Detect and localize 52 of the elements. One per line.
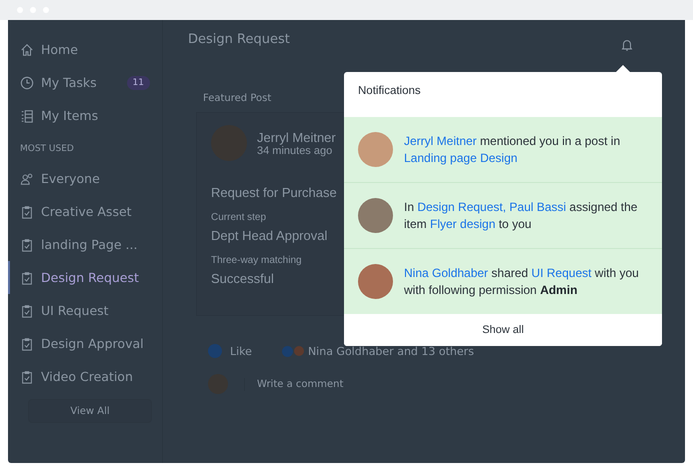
link[interactable]: Nina Goldhaber — [404, 266, 488, 280]
bell-icon[interactable] — [620, 38, 634, 52]
sidebar-item[interactable]: landing Page ... — [8, 228, 162, 261]
like-button[interactable]: Like — [208, 344, 252, 358]
sidebar-item[interactable]: My Tasks 11 — [8, 66, 162, 99]
avatar — [358, 198, 393, 233]
avatar — [358, 264, 393, 299]
section-heading: Featured Post — [203, 93, 272, 104]
sidebar-item[interactable]: UI Request — [8, 294, 162, 327]
clipboard-icon — [20, 204, 34, 218]
people-icon — [20, 172, 34, 186]
post-time: 34 minutes ago — [257, 144, 334, 156]
clipboard-icon — [20, 336, 34, 350]
field-label: Three-way matching — [211, 255, 302, 266]
link[interactable]: UI Request — [531, 266, 592, 280]
clock-icon — [20, 76, 34, 90]
field-value: Successful — [211, 271, 274, 286]
count-badge: 11 — [126, 76, 150, 90]
notification-text: Nina Goldhaber shared UI Request with you with following permission Admin — [404, 264, 640, 298]
sidebar-item[interactable]: Everyone — [8, 162, 162, 195]
list-icon — [20, 108, 34, 122]
link[interactable]: Jerryl Meitner — [404, 134, 477, 148]
comment-field[interactable]: Write a comment — [244, 378, 409, 390]
sidebar-item[interactable]: Design Approval — [8, 327, 162, 360]
sidebar-item[interactable]: Design Request — [8, 261, 162, 294]
sidebar-item[interactable]: Creative Asset — [8, 195, 162, 228]
section-heading: MOST USED — [20, 144, 75, 154]
sidebar-item[interactable]: My Items — [8, 99, 162, 132]
clipboard-icon — [20, 370, 34, 384]
home-icon — [20, 42, 34, 56]
post-subject: Request for Purchase — [211, 185, 337, 200]
reactions-summary: Nina Goldhaber and 13 others — [308, 344, 474, 358]
notification-item[interactable]: Jerryl Meitner mentioned you in a post in Landing page Design — [344, 117, 662, 183]
clipboard-icon — [20, 270, 34, 284]
view-all-button[interactable]: View All — [28, 399, 152, 423]
notification-text: In Design Request, Paul Bassi assigned the item Flyer design to you — [404, 198, 638, 232]
notification-item[interactable]: Nina Goldhaber shared UI Request with you with following permission Admin — [344, 249, 662, 314]
author-name: Jerryl Meitner — [257, 130, 336, 144]
link[interactable]: Landing page Design — [404, 150, 518, 164]
clipboard-icon — [20, 304, 34, 318]
field-label: Current step — [211, 212, 266, 223]
link[interactable]: Flyer design — [430, 216, 496, 230]
page-title: Design Request — [188, 32, 290, 47]
link[interactable]: Design Request, Paul Bassi — [417, 200, 566, 214]
panel-title: Notifications — [357, 84, 422, 99]
sidebar-item[interactable]: Home — [8, 33, 162, 66]
notification-text: Jerryl Meitner mentioned you in a post in Landing page Design — [404, 132, 622, 166]
avatar — [358, 132, 393, 167]
clipboard-icon — [20, 238, 34, 252]
field-value: Dept Head Approval — [211, 228, 328, 243]
sidebar-item[interactable]: Video Creation — [8, 360, 162, 393]
notification-item[interactable]: In Design Request, Paul Bassi assigned the item Flyer design to you — [344, 183, 662, 249]
